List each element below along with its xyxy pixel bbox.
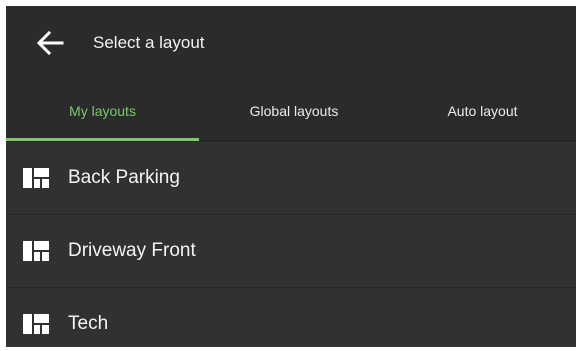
layout-item-label: Driveway Front bbox=[68, 240, 196, 261]
layout-item-driveway-front[interactable]: Driveway Front bbox=[6, 215, 576, 287]
tab-global-layouts[interactable]: Global layouts bbox=[199, 80, 389, 142]
tab-bar: My layouts Global layouts Auto layout bbox=[6, 80, 576, 142]
app-bar: Select a layout bbox=[6, 6, 576, 80]
page-title: Select a layout bbox=[93, 33, 205, 52]
layout-item-back-parking[interactable]: Back Parking bbox=[6, 142, 576, 214]
layout-item-label: Tech bbox=[68, 313, 109, 334]
layout-item-tech[interactable]: Tech bbox=[6, 288, 576, 347]
back-button[interactable] bbox=[28, 26, 72, 60]
arrow-left-icon bbox=[36, 31, 64, 55]
tab-my-layouts[interactable]: My layouts bbox=[6, 80, 199, 142]
tab-auto-layout[interactable]: Auto layout bbox=[389, 80, 576, 142]
layout-grid-icon bbox=[23, 314, 49, 334]
layout-selector-screen: Select a layout My layouts Global layout… bbox=[6, 6, 576, 347]
layout-grid-icon bbox=[23, 168, 49, 188]
active-tab-indicator bbox=[6, 138, 199, 141]
layout-grid-icon bbox=[23, 241, 49, 261]
layout-list: Back Parking Driveway Front Tech bbox=[6, 142, 576, 347]
layout-item-label: Back Parking bbox=[68, 167, 180, 188]
tab-divider bbox=[199, 140, 576, 141]
